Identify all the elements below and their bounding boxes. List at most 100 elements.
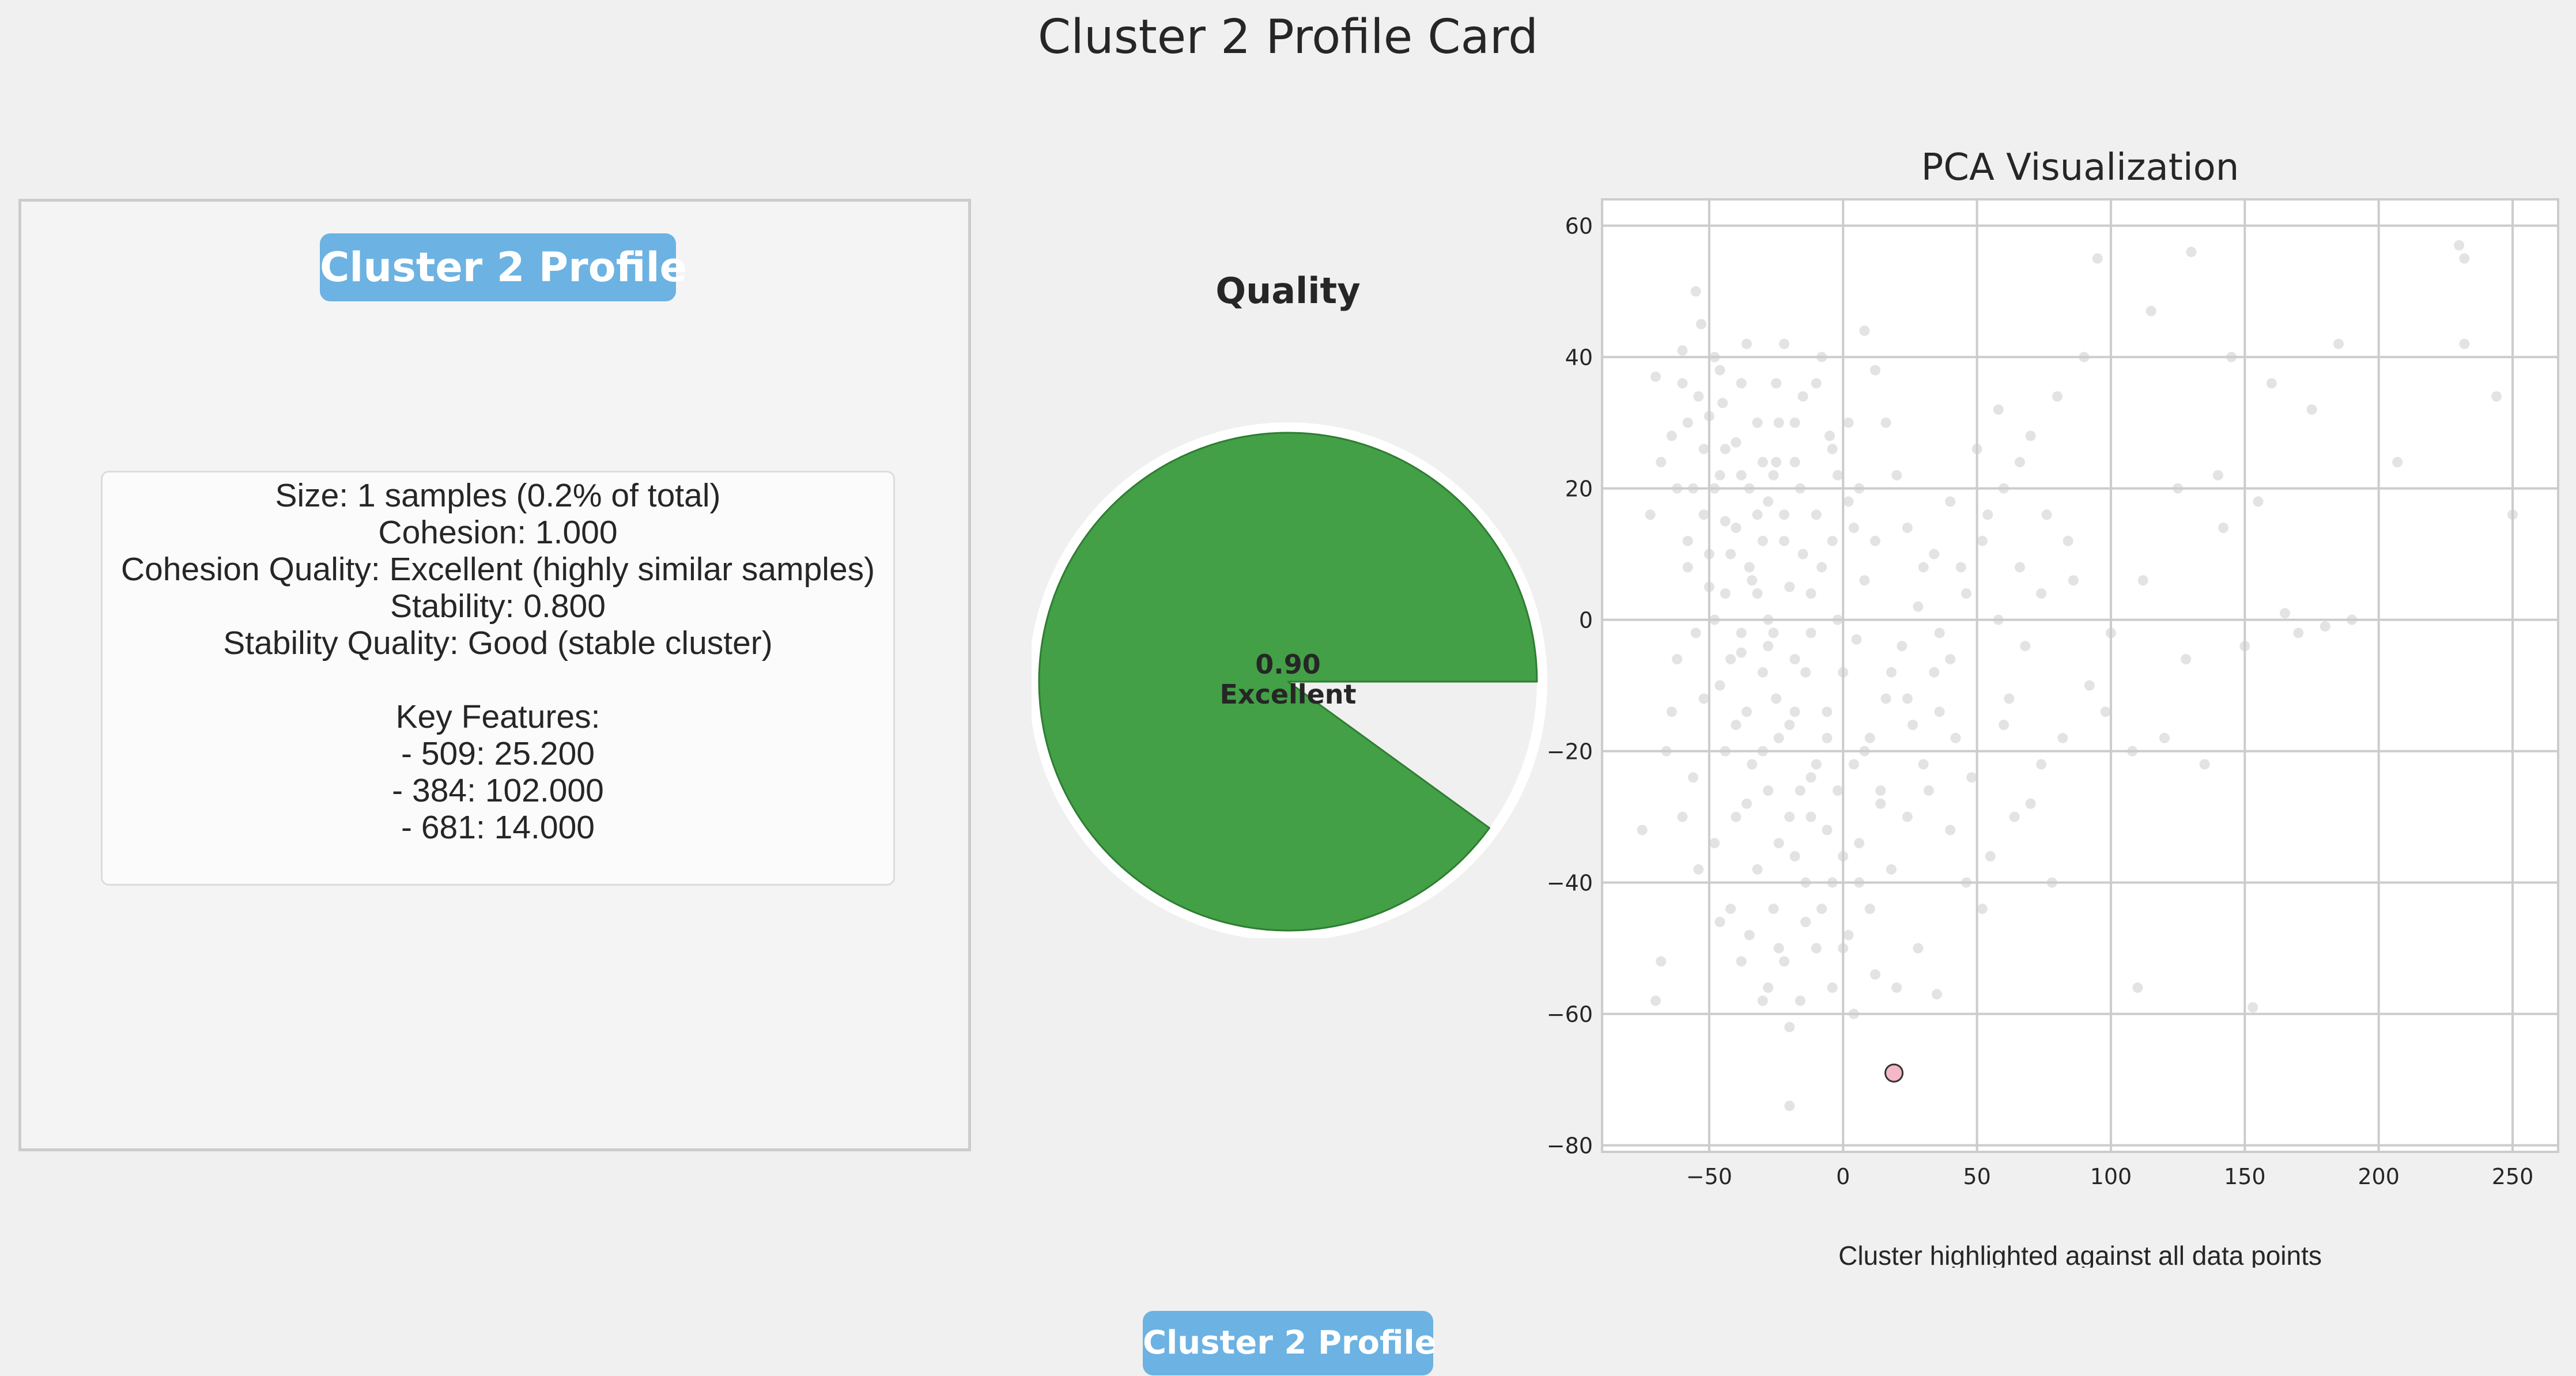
x-tick-label: 150 [2224, 1164, 2266, 1189]
data-point [1854, 483, 1865, 494]
data-point [1806, 811, 1816, 822]
y-tick-label: 40 [1565, 345, 1593, 371]
data-point [1709, 483, 1720, 494]
data-point [2004, 693, 2015, 704]
data-point [1795, 483, 1806, 494]
data-point [1714, 470, 1725, 481]
data-point [2036, 588, 2047, 599]
data-point [1913, 601, 1924, 612]
data-point [1918, 759, 1929, 770]
data-point [1822, 825, 1833, 836]
y-tick-label: −80 [1547, 1133, 1593, 1159]
data-point [1693, 391, 1704, 402]
data-point [2092, 253, 2103, 264]
data-point [1789, 654, 1800, 664]
data-point [1977, 904, 1988, 914]
profile-info-box: Size: 1 samples (0.2% of total) Cohesion… [101, 471, 895, 886]
data-point [1779, 509, 1789, 520]
data-point [1929, 667, 1940, 678]
data-point [1720, 444, 1731, 455]
x-tick-label: −50 [1686, 1164, 1732, 1189]
data-point [1923, 785, 1934, 796]
data-point [1757, 535, 1768, 546]
data-point [1672, 483, 1683, 494]
data-point [1736, 647, 1747, 658]
data-point [1752, 509, 1763, 520]
data-point [1725, 654, 1736, 664]
y-tick-label: −60 [1547, 1002, 1593, 1027]
data-point [1825, 430, 1835, 441]
data-point [1779, 535, 1789, 546]
data-point [1811, 943, 1822, 954]
data-point [1789, 417, 1800, 428]
data-point [1797, 549, 1808, 560]
pca-scatter-chart: PCA Visualization−50 0 50 100 150 200 250−80−6… [1547, 146, 2559, 1268]
data-point [1725, 549, 1736, 560]
data-point [1704, 581, 1714, 592]
data-point [1698, 444, 1709, 455]
data-point [2014, 562, 2025, 573]
data-point [1811, 509, 1822, 520]
data-point [1784, 581, 1795, 592]
footer-badge: Cluster 2 Profile [1143, 1311, 1437, 1375]
data-point [1752, 588, 1763, 599]
data-point [1752, 417, 1763, 428]
data-point [1690, 286, 1701, 297]
data-point [2507, 509, 2518, 520]
data-point [2186, 247, 2197, 258]
data-point [1720, 746, 1731, 757]
data-point [1870, 969, 1880, 980]
data-point [1656, 457, 1667, 467]
gauge-quality-label: Excellent [1219, 679, 1356, 710]
data-point [1822, 706, 1833, 717]
data-point [2218, 523, 2229, 533]
data-point [1784, 720, 1795, 730]
data-point [1637, 825, 1648, 836]
data-point [1838, 943, 1849, 954]
data-point [1771, 457, 1782, 467]
data-point [1645, 509, 1656, 520]
data-point [1955, 562, 1966, 573]
data-point [1672, 654, 1683, 664]
data-point [1999, 720, 2010, 730]
y-tick-label: 0 [1579, 608, 1593, 633]
data-point [2454, 240, 2465, 251]
data-point [1832, 614, 1843, 625]
data-point [1768, 627, 1779, 638]
data-point [1931, 989, 1942, 1000]
data-point [1843, 496, 1854, 507]
data-point [1709, 838, 1720, 849]
cohesion-quality-line: Cohesion Quality: Excellent (highly simi… [120, 551, 875, 588]
data-point [1897, 641, 1908, 652]
data-point [1682, 535, 1693, 546]
quality-gauge-chart: 0.90Excellent [1032, 422, 1547, 938]
data-point [1661, 746, 1672, 757]
feature-line: - 509: 25.200 [401, 735, 595, 772]
data-point [1816, 351, 1827, 362]
data-point [2253, 496, 2264, 507]
data-point [1736, 956, 1747, 967]
figure-suptitle: Cluster 2 Profile Card [1037, 10, 1539, 65]
data-point [1886, 667, 1897, 678]
data-point [1784, 1101, 1795, 1112]
data-point [1666, 706, 1677, 717]
data-point [1806, 772, 1816, 783]
data-point [1827, 877, 1838, 888]
data-point [2009, 811, 2020, 822]
data-point [1848, 759, 1859, 770]
data-point [2014, 457, 2025, 467]
data-point [2020, 641, 2031, 652]
data-point [1731, 811, 1742, 822]
data-point [1744, 483, 1755, 494]
data-point [1977, 535, 1988, 546]
data-point [1650, 995, 1661, 1006]
data-point [1698, 509, 1709, 520]
data-point [1682, 417, 1693, 428]
data-point [2159, 732, 2170, 743]
data-point [2280, 608, 2290, 619]
data-point [2127, 746, 2138, 757]
data-point [1827, 444, 1838, 455]
data-point [1688, 772, 1698, 783]
data-point [1854, 838, 1865, 849]
